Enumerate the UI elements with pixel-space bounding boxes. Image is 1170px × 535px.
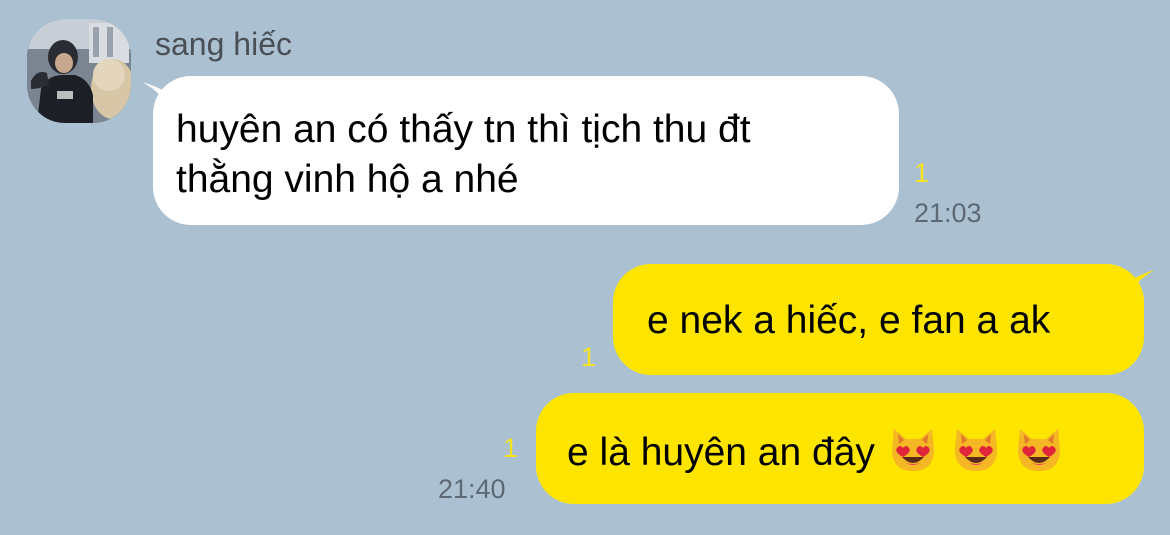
outgoing-message-bubble[interactable]: e là huyên an đây (536, 393, 1144, 504)
unread-count: 1 (503, 433, 519, 463)
outgoing-message-bubble[interactable]: e nek a hiếc, e fan a ak (613, 264, 1155, 375)
bubble-tail (142, 82, 166, 104)
unread-count: 1 (914, 158, 930, 188)
message-text-line: thằng vinh hộ a nhé (176, 158, 519, 201)
avatar-photo (27, 19, 131, 123)
message-text: e là huyên an đây (567, 431, 875, 474)
smiling-cat-heart-eyes-icon (1014, 425, 1064, 475)
message-text-line: huyên an có thấy tn thì tịch thu đt (176, 108, 751, 151)
sender-name: sang hiếc (155, 26, 292, 62)
message-text: e nek a hiếc, e fan a ak (647, 299, 1051, 342)
sender-avatar[interactable] (27, 19, 131, 123)
unread-count: 1 (581, 342, 597, 372)
bubble-tail (1131, 270, 1155, 292)
message-time: 21:03 (914, 198, 982, 228)
smiling-cat-heart-eyes-icon (888, 425, 938, 475)
smiling-cat-heart-eyes-icon (951, 425, 1001, 475)
message-time: 21:40 (438, 474, 506, 504)
incoming-message-bubble[interactable]: huyên an có thấy tn thì tịch thu đt thằn… (142, 76, 899, 225)
